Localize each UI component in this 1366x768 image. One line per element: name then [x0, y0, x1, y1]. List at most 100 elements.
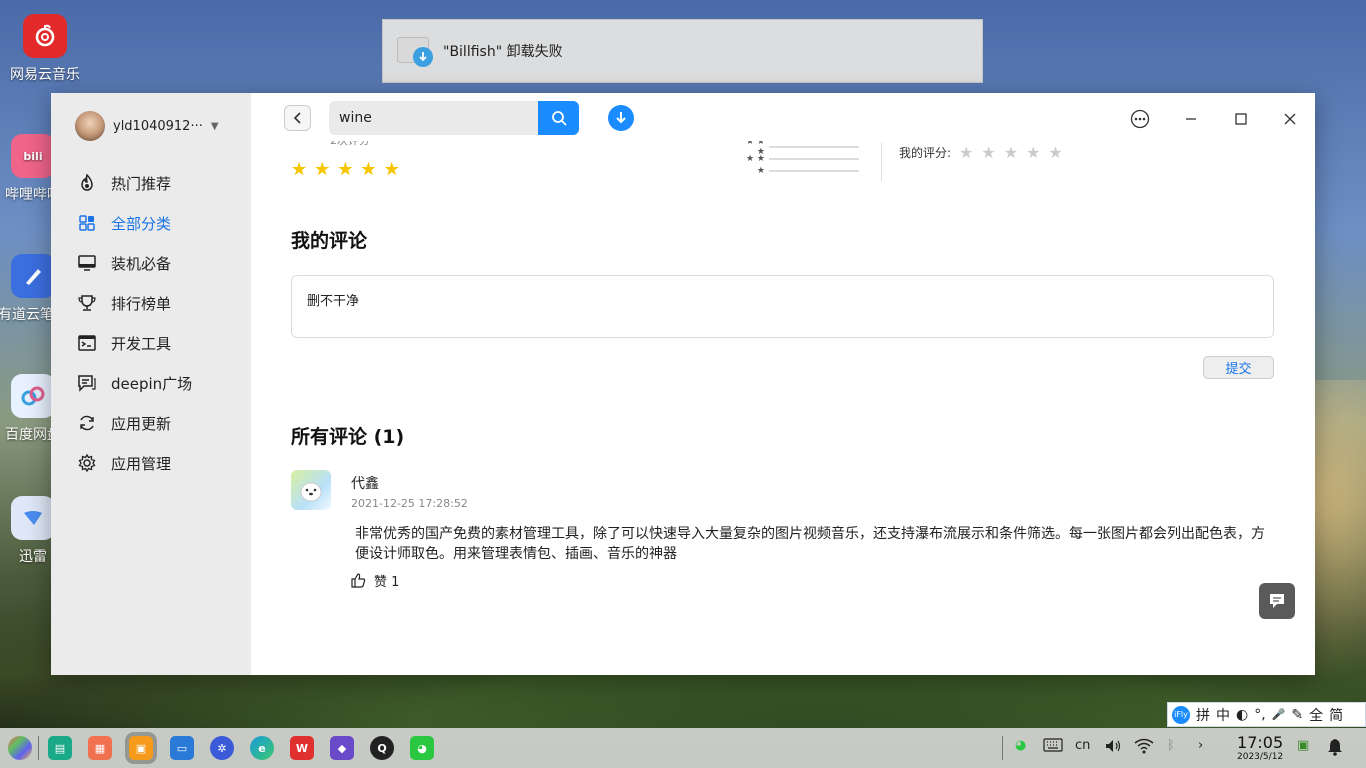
sidebar-item-updates[interactable]: 应用更新	[77, 403, 192, 443]
star-icon: ★	[337, 159, 354, 180]
sidebar-item-hot[interactable]: 热门推荐	[77, 163, 192, 203]
refresh-icon	[77, 413, 97, 433]
star-icon: ★	[383, 159, 400, 180]
keyboard-icon[interactable]	[1043, 738, 1063, 756]
edge-browser-icon[interactable]: e	[250, 736, 274, 760]
multitask-icon[interactable]: ▦	[88, 736, 112, 760]
terminal-app-icon[interactable]: ▤	[48, 736, 72, 760]
volume-icon[interactable]	[1104, 738, 1122, 758]
sidebar-item-label: 应用管理	[111, 454, 172, 473]
system-settings-icon[interactable]: ✲	[210, 736, 234, 760]
my-comment-heading: 我的评论	[291, 230, 368, 252]
close-icon	[1284, 113, 1296, 125]
download-icon	[616, 112, 626, 124]
ime-fullwidth[interactable]: 全	[1309, 705, 1323, 725]
rating-stars-visible: ★ ★ ★ ★ ★	[291, 159, 407, 180]
ime-pinyin[interactable]: 拼	[1196, 705, 1210, 725]
sidebar-item-deepin-forum[interactable]: deepin广场	[77, 363, 192, 403]
rating-bar-2: ★ ★	[737, 153, 859, 165]
my-rating-label: 我的评分:	[899, 146, 952, 160]
terminal-icon	[77, 333, 97, 353]
app-store-icon[interactable]: ▣	[129, 736, 153, 760]
wechat-tray-icon[interactable]: ◕	[1015, 738, 1026, 753]
taskbar: ▤ ▦ ▣ ▭ ✲ e W ◆ Q ◕ ◕ cn ᛒ › 17:05 2023/…	[0, 728, 1366, 768]
sidebar-item-label: 应用更新	[111, 414, 172, 433]
desktop-icon-netease-music[interactable]: 网易云音乐	[0, 14, 90, 84]
my-rating: 我的评分: ★ ★ ★ ★ ★	[899, 143, 1063, 162]
clock-time: 17:05	[1237, 733, 1284, 752]
forum-icon	[77, 373, 97, 393]
submit-button[interactable]: 提交	[1203, 356, 1274, 379]
trophy-icon	[77, 293, 97, 313]
sidebar-item-ranking[interactable]: 排行榜单	[77, 283, 192, 323]
maximize-icon	[1235, 113, 1247, 125]
download-manager-button[interactable]	[608, 105, 634, 131]
empty-star-icon[interactable]: ★	[1004, 143, 1018, 162]
fire-icon	[77, 173, 97, 193]
search-button[interactable]	[538, 101, 579, 135]
launcher-icon[interactable]	[8, 736, 32, 760]
close-button[interactable]	[1278, 107, 1302, 131]
notification-text: "Billfish" 卸载失败	[443, 44, 563, 60]
sidebar-item-essentials[interactable]: 装机必备	[77, 243, 192, 283]
input-language[interactable]: cn	[1075, 738, 1090, 753]
like-button[interactable]: 赞 1	[351, 571, 399, 590]
sidebar-item-label: 排行榜单	[111, 294, 172, 313]
clock-date: 2023/5/12	[1237, 752, 1284, 762]
wifi-icon[interactable]	[1134, 738, 1154, 758]
review-text: 非常优秀的国产免费的素材管理工具，除了可以快速导入大量复杂的图片视频音乐，还支持…	[355, 526, 1265, 562]
sidebar-item-label: 开发工具	[111, 334, 172, 353]
sidebar-item-dev-tools[interactable]: 开发工具	[77, 323, 192, 363]
tray-app-icon[interactable]: ▣	[1297, 738, 1309, 753]
star-icon: ★	[360, 159, 377, 180]
feedback-button[interactable]	[1259, 583, 1295, 619]
bluetooth-icon[interactable]: ᛒ	[1167, 738, 1175, 753]
empty-star-icon[interactable]: ★	[1048, 143, 1062, 162]
settings-icon	[77, 453, 97, 473]
comment-input[interactable]: 删不干净	[291, 275, 1274, 338]
star-icon: ★	[314, 159, 331, 180]
divider	[1002, 736, 1003, 760]
grid-icon	[77, 213, 97, 233]
wechat-icon[interactable]: ◕	[410, 736, 434, 760]
obsidian-icon[interactable]: ◆	[330, 736, 354, 760]
thunder-icon	[11, 496, 55, 540]
microphone-icon[interactable]: 🎤	[1272, 708, 1286, 721]
uninstall-failed-notification[interactable]: "Billfish" 卸载失败	[382, 19, 983, 83]
back-button[interactable]	[284, 105, 311, 131]
main-content: 9 2次评分 ★ ★ ★ ★ ★ ★ ★ ★ ★ ★ ★ 我的评分: ★ ★ ★…	[251, 93, 1315, 675]
qq-icon[interactable]: Q	[370, 736, 394, 760]
maximize-button[interactable]	[1229, 107, 1253, 131]
sidebar-item-app-management[interactable]: 应用管理	[77, 443, 192, 483]
bilibili-icon: bili	[11, 134, 55, 178]
empty-star-icon[interactable]: ★	[981, 143, 995, 162]
ime-simplified[interactable]: 简	[1329, 705, 1343, 725]
rating-distribution: ★ ★ ★ ★ ★ ★	[737, 137, 859, 177]
notification-bell-icon[interactable]	[1327, 738, 1343, 760]
top-bar	[251, 93, 1315, 141]
sidebar-item-all-categories[interactable]: 全部分类	[77, 203, 192, 243]
file-manager-icon[interactable]: ▭	[170, 736, 194, 760]
pen-icon[interactable]: ✎	[1291, 707, 1303, 723]
search-input[interactable]	[329, 101, 538, 135]
empty-star-icon[interactable]: ★	[959, 143, 973, 162]
youdao-note-icon	[11, 254, 55, 298]
sidebar-nav: 热门推荐 全部分类 装机必备 排行榜单 开发工具 deepin广场 应用更新 应…	[77, 163, 192, 483]
minimize-button[interactable]	[1179, 107, 1203, 131]
sidebar: yld1040912··· ▼ 热门推荐 全部分类 装机必备 排行榜单 开发工具…	[51, 93, 251, 675]
wps-office-icon[interactable]: W	[290, 736, 314, 760]
more-icon	[1130, 109, 1150, 129]
user-menu[interactable]: yld1040912··· ▼	[75, 111, 219, 141]
ime-chinese-mode[interactable]: 中	[1216, 705, 1230, 725]
ime-moon-icon[interactable]: ◐	[1236, 707, 1248, 723]
divider	[38, 736, 39, 760]
chevron-down-icon: ▼	[210, 120, 219, 132]
comment-icon	[1270, 594, 1284, 608]
app-store-window: yld1040912··· ▼ 热门推荐 全部分类 装机必备 排行榜单 开发工具…	[51, 93, 1315, 675]
clock[interactable]: 17:05 2023/5/12	[1237, 733, 1284, 763]
menu-button[interactable]	[1128, 107, 1152, 131]
chevron-right-icon[interactable]: ›	[1198, 738, 1203, 753]
ime-punctuation[interactable]: °,	[1254, 707, 1265, 723]
empty-star-icon[interactable]: ★	[1026, 143, 1040, 162]
ime-logo-icon[interactable]: iFly	[1172, 705, 1190, 724]
